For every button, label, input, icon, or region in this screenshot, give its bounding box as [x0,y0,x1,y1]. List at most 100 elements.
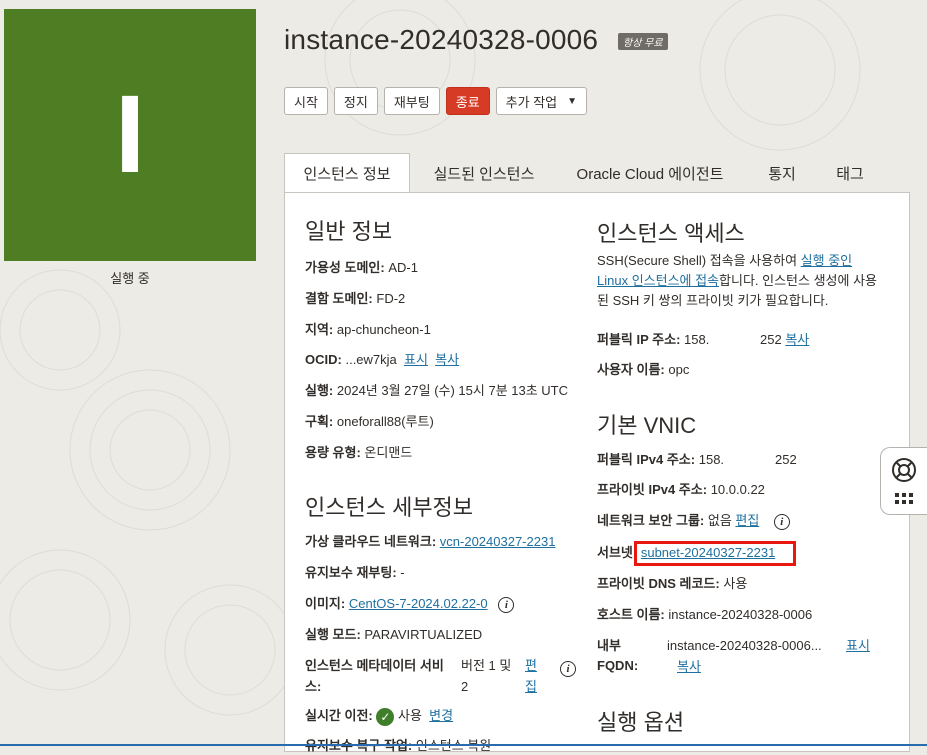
access-desc-line2: Linux 인스턴스에 접속합니다. 인스턴스 생성에 사용 [597,272,877,290]
fqdn-label-1: 내부 [597,638,621,653]
tab-notifications[interactable]: 통지 [758,153,806,193]
ocid-row: OCID: ...ew7kja 표시 복사 [305,351,459,369]
metadata-value-line2: 2 [461,679,469,694]
launched-row: 실행: 2024년 3월 27일 (수) 15시 7분 13초 UTC [305,382,568,400]
fd-label: 결함 도메인: [305,291,373,306]
metadata-label-line2: 스: [305,678,321,696]
hostname-row: 호스트 이름: instance-20240328-0006 [597,606,812,624]
stop-button[interactable]: 정지 [333,87,378,115]
live-label: 실시간 이전: [305,708,373,723]
capacity-label: 용량 유형: [305,445,361,460]
avatar-letter: I [114,73,146,196]
compartment-value: oneforall88(루트) [336,414,434,429]
instance-status: 실행 중 [110,271,150,286]
instance-details-heading: 인스턴스 세부정보 [305,495,474,520]
fqdn-value: instance-20240328-0006... [667,638,822,653]
username-row: 사용자 이름: opc [597,361,689,379]
maintenance-reboot-row: 유지보수 재부팅: - [305,564,405,582]
access-desc-line3: 된 SSH 키 쌍의 프라이빗 키가 필요합니다. [597,293,829,308]
help-widget-icons [892,458,916,504]
metadata-value-line1: 버전 1 및 [461,658,512,673]
tab-oracle-cloud-agent[interactable]: Oracle Cloud 에이전트 [567,153,733,193]
caret-down-icon: ▼ [567,95,578,107]
image-link[interactable]: CentOS-7-2024.02.22-0 [349,596,488,611]
public-ip-row: 퍼블릭 IP 주소: 158. [597,331,709,349]
more-actions-label: 추가 작업 [505,94,558,110]
reboot-button[interactable]: 재부팅 [383,87,440,115]
help-widget[interactable] [880,447,927,515]
vnic-public-ip-part1: 158. [698,452,725,467]
metadata-label-line1: 인스턴스 메타데이터 서비 [305,657,444,675]
launch-mode-row: 실행 모드: PARAVIRTUALIZED [305,626,482,644]
dns-label: 프라이빗 DNS 레코드: [597,576,720,591]
private-dns-row: 프라이빗 DNS 레코드: 사용 [597,575,747,593]
fqdn-show-link[interactable]: 표시 [846,637,870,655]
ocid-value: ...ew7kja [345,352,397,367]
vnic-public-ip-row: 퍼블릭 IPv4 주소: 158. [597,451,724,469]
fault-domain-row: 결함 도메인: FD-2 [305,290,405,308]
region-label: 지역: [305,322,334,337]
hostname-label: 호스트 이름: [597,607,665,622]
vcn-row: 가상 클라우드 네트워크: vcn-20240327-2231 [305,533,555,551]
info-icon[interactable]: i [560,660,576,677]
more-actions-button[interactable]: 추가 작업 ▼ [495,87,588,115]
access-desc-line1: SSH(Secure Shell) 접속을 사용하여 실행 중인 [597,252,852,270]
nsg-value: 없음 [707,513,732,528]
access-desc-text-1: SSH(Secure Shell) 접속을 사용하여 [597,253,801,268]
tab-bar: 인스턴스 정보 실드된 인스턴스 Oracle Cloud 에이전트 통지 태그 [284,153,910,193]
tab-instance-info[interactable]: 인스턴스 정보 [284,153,410,193]
lifebuoy-icon [892,458,916,482]
public-ip-copy-link[interactable]: 복사 [785,332,809,347]
live-edit-link[interactable]: 변경 [429,708,453,723]
vcn-link[interactable]: vcn-20240327-2231 [440,534,556,549]
fqdn-label-line2: FQDN: [597,657,638,675]
primary-vnic-heading: 기본 VNIC [597,413,697,438]
grid-dots-icon [895,493,913,504]
public-ip-label: 퍼블릭 IP 주소: [597,332,681,347]
access-link-part2[interactable]: Linux 인스턴스에 접속 [597,273,719,288]
dns-value: 사용 [723,576,748,591]
info-icon[interactable]: i [773,513,790,530]
availability-domain-row: 가용성 도메인: AD-1 [305,259,418,277]
private-ip-label: 프라이빗 IPv4 주소: [597,482,708,497]
metadata-edit-link-1[interactable]: 편 [525,657,537,675]
username-label: 사용자 이름: [597,362,665,377]
nsg-edit-link[interactable]: 편집 [735,513,759,528]
hostname-value: instance-20240328-0006 [668,607,813,622]
ad-value: AD-1 [388,260,418,275]
capacity-type-row: 용량 유형: 온디맨드 [305,444,412,462]
ocid-label: OCID: [305,352,342,367]
maintenance-recovery-row: 유지보수 복구 작업: 인스턴스 복원 [305,737,491,755]
access-link-part1[interactable]: 실행 중인 [801,253,852,268]
fqdn-label-2: FQDN: [597,658,639,673]
public-ip-part2: 252 [760,332,782,347]
subnet-highlight-box [634,541,796,566]
fd-value: FD-2 [376,291,406,306]
instance-avatar: I [4,9,256,261]
terminate-button[interactable]: 종료 [445,87,490,115]
info-icon[interactable]: i [498,596,515,613]
tab-shielded-instance[interactable]: 실드된 인스턴스 [419,153,549,193]
tab-tags[interactable]: 태그 [824,153,876,193]
nsg-label: 네트워크 보안 그룹: [597,513,705,528]
action-bar: 시작 정지 재부팅 종료 추가 작업 ▼ [284,87,588,115]
launched-value: 2024년 3월 27일 (수) 15시 7분 13초 UTC [336,383,569,398]
image-row: 이미지: CentOS-7-2024.02.22-0 i [305,595,515,613]
metadata-edit-link-2[interactable]: 집 [525,678,537,696]
general-info-heading: 일반 정보 [305,219,393,244]
public-ip-part1: 158. [684,332,710,347]
ocid-copy-link[interactable]: 복사 [435,352,459,367]
ad-label: 가용성 도메인: [305,260,385,275]
capacity-value: 온디맨드 [364,445,413,460]
start-button[interactable]: 시작 [284,87,328,115]
subnet-label: 서브넷: [597,545,638,560]
fqdn-label-line1: 내부 [597,637,621,655]
private-ip-value: 10.0.0.22 [710,482,765,497]
ocid-show-link[interactable]: 표시 [404,352,428,367]
mode-label: 실행 모드: [305,627,361,642]
live-value: 사용 [398,708,422,723]
private-ip-row: 프라이빗 IPv4 주소: 10.0.0.22 [597,481,765,499]
vcn-label: 가상 클라우드 네트워크: [305,534,437,549]
compartment-label: 구획: [305,414,334,429]
fqdn-copy-link[interactable]: 복사 [677,658,701,676]
